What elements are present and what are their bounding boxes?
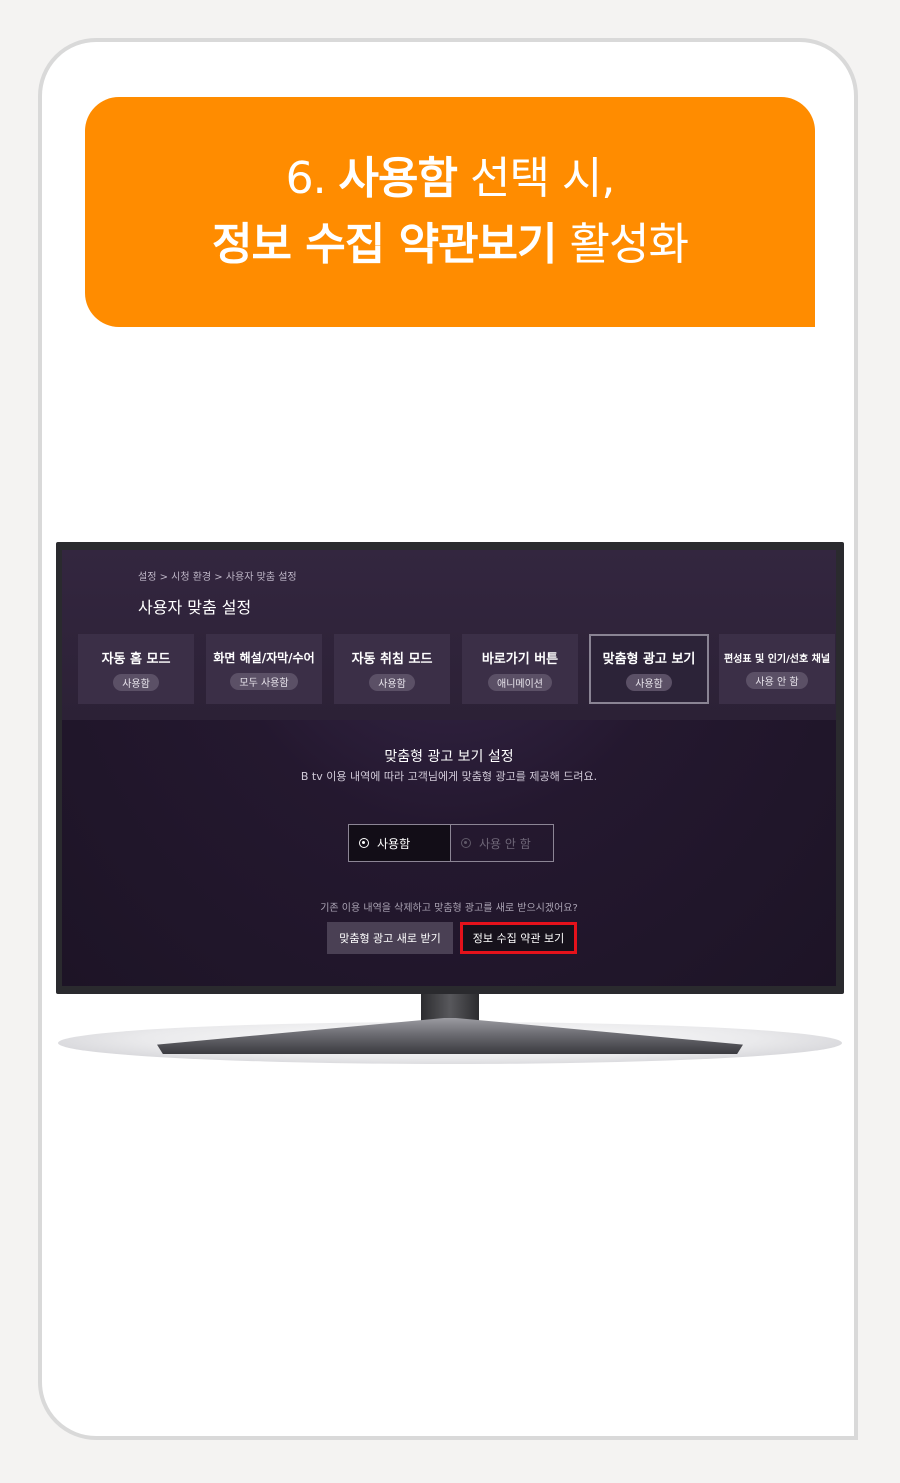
view-data-terms-button[interactable]: 정보 수집 약관 보기 [460,922,577,954]
radio-label: 사용 안 함 [479,836,531,851]
section-description: B tv 이용 내역에 따라 고객님에게 맞춤형 광고를 제공해 드려요. [300,770,598,783]
tile-epg-favorite-channels[interactable]: 편성표 및 인기/선호 채널 사용 안 함 [719,634,835,704]
tv-screen: 설정 > 시청 환경 > 사용자 맞춤 설정 사용자 맞춤 설정 자동 홈 모드… [62,550,836,986]
tile-value-badge: 사용 안 함 [746,671,808,689]
radio-option-use[interactable]: 사용함 [349,825,451,861]
tile-audio-description-captions[interactable]: 화면 해설/자막/수어 모두 사용함 [206,634,322,704]
tile-value-badge: 사용함 [113,673,159,691]
radio-label: 사용함 [377,836,411,851]
ad-setting-radio-group: 사용함 사용 안 함 [348,824,554,862]
breadcrumb: 설정 > 시청 환경 > 사용자 맞춤 설정 [138,572,297,583]
section-title: 맞춤형 광고 보기 설정 [384,749,514,765]
banner-text-1: 선택 시, [457,153,615,204]
tile-value-badge: 사용함 [369,673,415,691]
banner-line-1: 6. 사용함 선택 시, [285,146,616,212]
tile-title: 맞춤형 광고 보기 [602,651,696,667]
tile-title: 자동 홈 모드 [101,651,171,667]
tile-value-badge: 애니메이션 [488,673,552,691]
step-number: 6. [285,153,339,204]
tile-shortcut-button[interactable]: 바로가기 버튼 애니메이션 [462,634,578,704]
tile-value-badge: 모두 사용함 [230,672,298,690]
banner-line-2: 정보 수집 약관보기 활성화 [212,212,689,278]
radio-unselected-icon [461,838,471,848]
radio-selected-icon [359,838,369,848]
reset-question-text: 기존 이용 내역을 삭제하고 맞춤형 광고를 새로 받으시겠어요? [320,903,578,914]
instruction-banner: 6. 사용함 선택 시, 정보 수집 약관보기 활성화 [85,97,815,327]
banner-emphasis-2: 정보 수집 약관보기 [212,219,557,270]
tile-title: 화면 해설/자막/수어 [213,650,315,665]
tile-personalized-ads[interactable]: 맞춤형 광고 보기 사용함 [589,634,709,704]
tile-title: 바로가기 버튼 [481,651,559,667]
renew-ads-button[interactable]: 맞춤형 광고 새로 받기 [327,922,453,954]
banner-emphasis-1: 사용함 [338,153,458,204]
tile-title: 자동 취침 모드 [351,651,433,667]
banner-text-2: 활성화 [556,219,689,270]
tile-auto-home-mode[interactable]: 자동 홈 모드 사용함 [78,634,194,704]
page-title: 사용자 맞춤 설정 [138,598,252,617]
radio-option-not-use[interactable]: 사용 안 함 [451,825,553,861]
tile-value-badge: 사용함 [626,673,672,691]
tile-title: 편성표 및 인기/선호 채널 [723,653,831,665]
tile-auto-sleep-mode[interactable]: 자동 취침 모드 사용함 [334,634,450,704]
